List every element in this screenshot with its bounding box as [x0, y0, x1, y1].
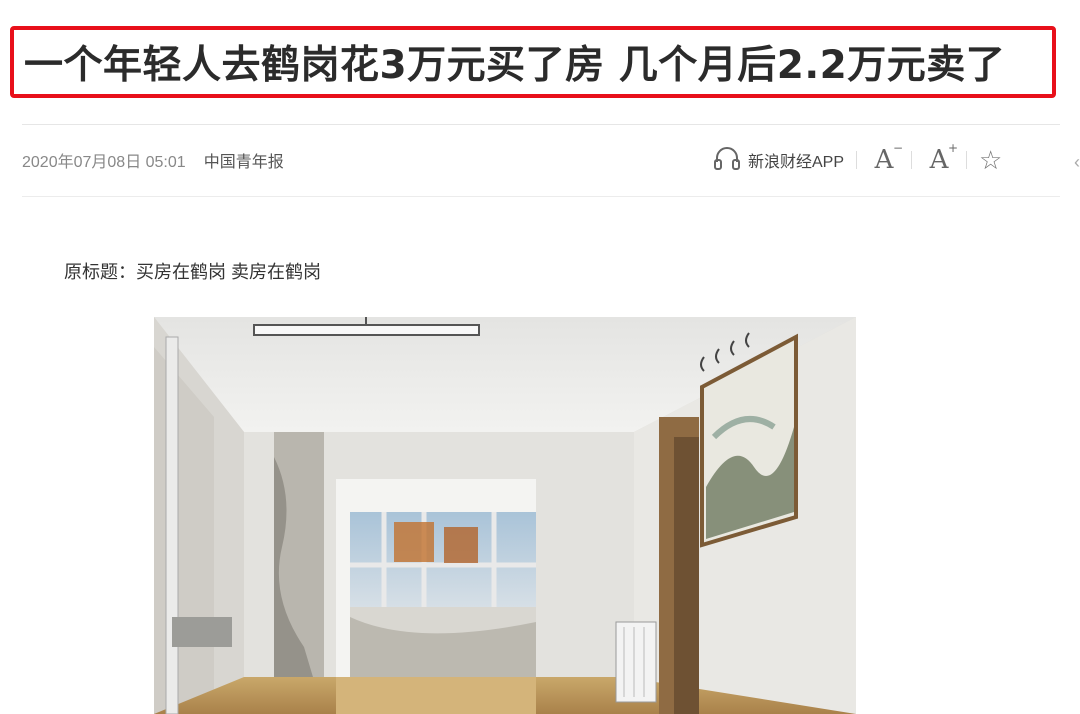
article-photo: [154, 317, 856, 714]
divider-top: [22, 124, 1060, 125]
listen-app-button[interactable]: 新浪财经APP: [712, 143, 844, 178]
article-meta: 2020年07月08日 05:01 中国青年报: [22, 148, 284, 172]
article-toolbar: 新浪财经APP A − A + ☆: [712, 140, 1002, 180]
article-title: 一个年轻人去鹤岗花3万元买了房 几个月后2.2万元卖了: [24, 43, 1006, 88]
star-icon: ☆: [979, 144, 1003, 175]
publish-date: 2020年07月08日 05:01: [22, 154, 186, 171]
original-title: 原标题：买房在鹤岗 卖房在鹤岗: [64, 262, 321, 282]
font-increase-button[interactable]: A +: [924, 141, 959, 175]
title-highlight-box: 一个年轻人去鹤岗花3万元买了房 几个月后2.2万元卖了: [10, 26, 1056, 98]
font-decrease-icon: A −: [874, 141, 904, 175]
toolbar-divider: [911, 151, 913, 169]
share-icon[interactable]: ‹: [1074, 152, 1080, 173]
article-source[interactable]: 中国青年报: [204, 148, 284, 172]
app-label: 新浪财经APP: [748, 154, 845, 171]
favorite-button[interactable]: ☆: [979, 145, 1002, 176]
font-decrease-button[interactable]: A −: [869, 141, 904, 175]
divider-bottom: [22, 196, 1060, 197]
font-increase-icon: A +: [929, 141, 959, 175]
toolbar-divider: [856, 151, 858, 169]
headphones-icon: [712, 143, 742, 178]
toolbar-divider: [966, 151, 968, 169]
